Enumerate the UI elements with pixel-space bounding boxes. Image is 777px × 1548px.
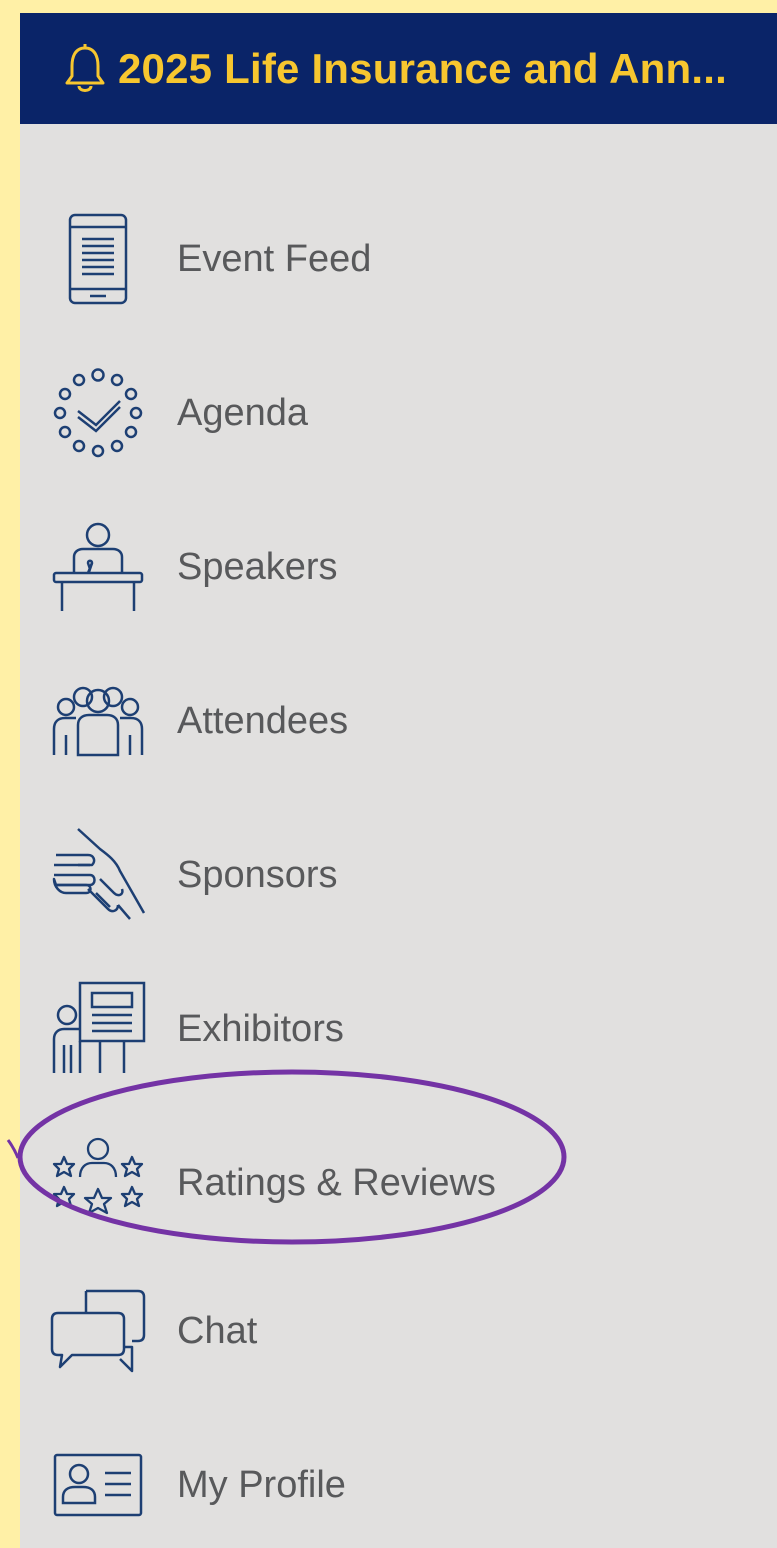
app-screen: 2025 Life Insurance and Ann... Event Fee…	[20, 13, 777, 1548]
event-title: 2025 Life Insurance and Ann...	[118, 44, 727, 92]
menu-item-event-feed[interactable]: Event Feed	[20, 204, 777, 314]
menu-item-label: Event Feed	[177, 237, 372, 280]
chat-bubbles-icon	[48, 1281, 148, 1381]
app-header: 2025 Life Insurance and Ann...	[20, 13, 777, 124]
agenda-clock-icon	[48, 363, 148, 463]
podium-speaker-icon	[48, 517, 148, 617]
presentation-board-icon	[48, 979, 148, 1079]
menu-item-ratings-reviews[interactable]: Ratings & Reviews	[20, 1128, 777, 1238]
person-stars-icon	[48, 1133, 148, 1233]
menu-item-label: My Profile	[177, 1463, 346, 1506]
menu-item-label: Attendees	[177, 699, 349, 742]
menu-item-label: Agenda	[177, 391, 309, 434]
profile-card-icon	[48, 1435, 148, 1535]
menu-item-label: Chat	[177, 1309, 258, 1352]
group-people-icon	[48, 671, 148, 771]
menu-item-sponsors[interactable]: Sponsors	[20, 820, 777, 930]
menu-item-chat[interactable]: Chat	[20, 1276, 777, 1386]
menu-item-label: Ratings & Reviews	[177, 1161, 496, 1204]
menu-item-speakers[interactable]: Speakers	[20, 512, 777, 622]
menu-item-label: Sponsors	[177, 853, 338, 896]
bell-icon[interactable]	[64, 43, 106, 94]
menu-item-label: Speakers	[177, 545, 338, 588]
menu-item-agenda[interactable]: Agenda	[20, 358, 777, 468]
menu-item-exhibitors[interactable]: Exhibitors	[20, 974, 777, 1084]
tablet-icon	[48, 209, 148, 309]
menu-item-my-profile[interactable]: My Profile	[20, 1430, 777, 1540]
menu-item-attendees[interactable]: Attendees	[20, 666, 777, 776]
menu-item-label: Exhibitors	[177, 1007, 344, 1050]
handshake-icon	[48, 825, 148, 925]
